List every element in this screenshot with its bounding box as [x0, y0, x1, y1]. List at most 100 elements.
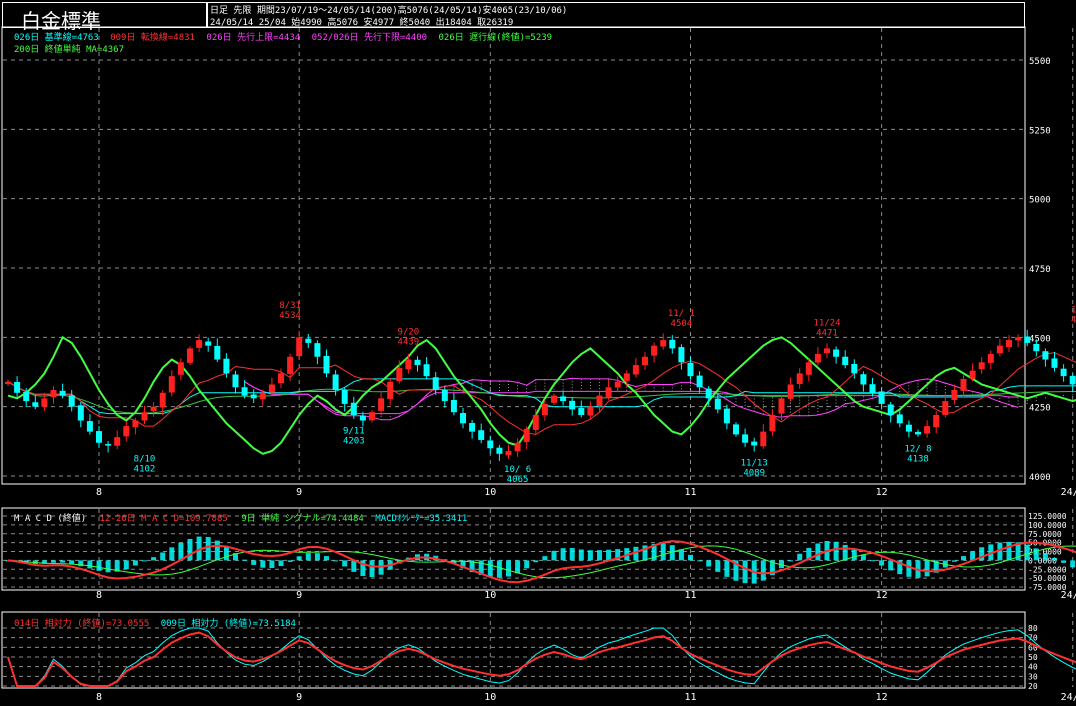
macd-osc-bar: [506, 560, 511, 577]
annotation-value: 4534: [279, 311, 301, 321]
candle-body: [723, 408, 730, 424]
x-tick-label: 9: [296, 487, 302, 498]
x-tick-label: 11: [684, 590, 696, 601]
macd-osc-bar: [60, 560, 66, 563]
candle-body: [742, 434, 749, 443]
candle-body: [778, 398, 785, 414]
macd-osc-bar: [551, 550, 557, 561]
candle-body: [560, 396, 567, 402]
macd-osc-bar: [597, 550, 602, 561]
macd-osc-bar: [587, 550, 593, 561]
candle-body: [460, 413, 466, 424]
candle-body: [614, 381, 621, 388]
annotation-date: 9/11: [343, 427, 365, 437]
macd-osc-bar: [560, 548, 566, 561]
candle-body: [1060, 368, 1067, 377]
macd-osc-bar: [815, 543, 821, 561]
candle-body: [1069, 375, 1076, 385]
candle-body: [532, 414, 539, 430]
candle-body: [505, 451, 512, 456]
annotation-date: 12/ 8: [904, 445, 931, 455]
macd-osc-bar: [296, 556, 302, 561]
macd-osc-bar: [924, 560, 930, 577]
macd-osc-bar: [314, 553, 320, 561]
y-tick-label: 4250: [1029, 404, 1051, 414]
candle-body: [678, 347, 685, 363]
candle-body: [605, 387, 612, 397]
candle-body: [223, 358, 230, 374]
annotation-date: 8/10: [134, 455, 156, 465]
y-tick-label: 5000: [1029, 196, 1051, 206]
candle-body: [123, 426, 130, 437]
macd-osc-bar: [487, 560, 493, 578]
candle-body: [332, 374, 339, 391]
macd-osc-bar: [132, 560, 138, 566]
candle-body: [805, 362, 812, 375]
macd-osc-bar: [342, 560, 348, 567]
candle-body: [978, 362, 985, 370]
candle-body: [350, 402, 357, 415]
annotation-date: 11/13: [741, 458, 768, 468]
candle-body: [878, 391, 885, 404]
macd-osc-bar: [906, 560, 912, 577]
macd-osc-bar: [706, 560, 712, 567]
macd-osc-bar: [833, 541, 839, 561]
candle-body: [387, 381, 394, 399]
candle-body: [596, 395, 603, 407]
x-tick-label: 8: [96, 692, 102, 703]
y-tick-label: 30: [1028, 672, 1038, 681]
candle-body: [296, 337, 303, 357]
candle-body: [41, 398, 48, 407]
candle-body: [851, 363, 858, 374]
candle-body: [887, 404, 894, 415]
y-tick-label: 4500: [1029, 334, 1051, 344]
candle-body: [960, 378, 967, 391]
y-tick-label: 50: [1028, 653, 1038, 662]
candle-body: [623, 373, 630, 381]
candle-body: [396, 367, 403, 382]
macd-osc-bar: [961, 556, 966, 561]
y-tick-label: 4750: [1029, 265, 1051, 275]
annotation-date: 11/ 1: [668, 309, 695, 319]
macd-osc-bar: [788, 560, 794, 562]
candle-body: [432, 377, 439, 391]
macd-osc-bar: [151, 557, 157, 561]
y-tick-label: 5250: [1029, 126, 1051, 136]
annotation-date: 10/ 6: [504, 465, 531, 475]
macd-osc-bar: [724, 560, 730, 577]
candle-body: [68, 395, 75, 407]
candle-body: [487, 440, 494, 449]
candle-body: [824, 348, 830, 354]
y-tick-label: -75.0000: [1028, 583, 1067, 592]
macd-osc-bar: [496, 560, 502, 578]
main-pane: [1, 26, 1026, 485]
candle-body: [441, 390, 448, 402]
x-tick-label: 12: [876, 692, 888, 703]
candle-body: [187, 348, 193, 363]
candle-body: [278, 373, 284, 384]
macd-osc-bar: [879, 560, 885, 566]
candle-body: [751, 441, 758, 446]
candle-body: [32, 402, 39, 407]
candle-body: [1024, 336, 1031, 343]
x-tick-label: 24/1: [1061, 487, 1076, 498]
macd-osc-bar: [797, 553, 803, 561]
candle-body: [905, 424, 912, 432]
candle-body: [578, 408, 585, 415]
candle-body: [587, 406, 594, 416]
candle-body: [205, 341, 212, 346]
candle-body: [651, 345, 658, 356]
macd-osc-bar: [860, 554, 866, 561]
x-tick-label: 9: [296, 692, 302, 703]
candle-body: [787, 384, 794, 399]
y-tick-label: 80: [1028, 624, 1038, 633]
annotation-value: 4138: [907, 455, 929, 465]
macd-osc-bar: [260, 560, 266, 568]
macd-osc-bar: [542, 556, 548, 561]
y-tick-label: 100.0000: [1028, 521, 1067, 530]
x-tick-label: 12: [876, 487, 888, 498]
macd-osc-bar: [1052, 558, 1057, 561]
x-tick-label: 11: [684, 487, 696, 498]
candle-body: [796, 373, 803, 384]
candle-body: [814, 353, 821, 363]
